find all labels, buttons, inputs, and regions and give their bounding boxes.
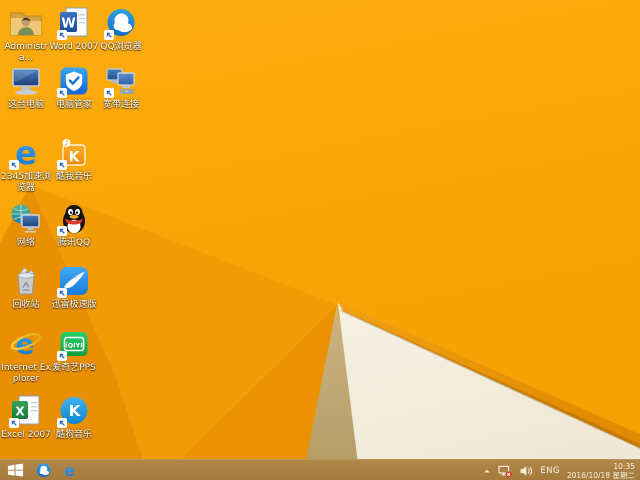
2345-browser-icon: e [9,136,43,170]
tray-expand-button[interactable] [483,467,491,475]
shortcut-arrow-icon [104,88,114,98]
icon-label: Excel 2007 [0,430,52,441]
desktop-icon-broadband[interactable]: 宽带连接 [98,64,144,111]
clock-time: 10:35 [613,462,635,471]
svg-text:♪: ♪ [64,139,69,148]
shortcut-arrow-icon [57,418,67,428]
broadband-icon [104,64,138,98]
desktop-icon-xunlei[interactable]: 迅雷极速版 [51,264,97,311]
clock-date: 2016/10/18 星期二 [567,471,635,480]
desktop-icon-2345-browser[interactable]: e 2345加速浏览器 [3,136,49,194]
this-pc-icon [9,64,43,98]
icon-label: 回收站 [0,300,52,311]
shortcut-arrow-icon [57,226,67,236]
svg-text:K: K [69,150,81,166]
system-tray: ENG 10:35 2016/10/18 星期二 [483,460,640,480]
tencent-qq-icon [57,202,91,236]
shortcut-arrow-icon [57,288,67,298]
taskbar-icon-qq-browser[interactable] [30,460,56,480]
shortcut-arrow-icon [104,30,114,40]
icon-label: 爱奇艺PPS [48,363,100,374]
desktop-icon-recycle-bin[interactable]: 回收站 [3,264,49,311]
volume-icon[interactable] [519,464,533,478]
icon-label: Internet Explorer [0,363,52,385]
icon-label: Word 2007 [48,42,100,53]
icon-label: QQ浏览器 [95,42,147,53]
icon-label: 宽带连接 [95,100,147,111]
shortcut-arrow-icon [57,88,67,98]
icon-label: 电脑管家 [48,100,100,111]
icon-label: 迅雷极速版 [48,300,100,311]
desktop-icon-kuwo-music[interactable]: ♪ K 酷我音乐 [51,136,97,183]
taskbar: e ENG [0,459,640,480]
kugou-music-icon: K [57,394,91,428]
kuwo-music-icon: ♪ K [57,136,91,170]
desktop-icon-internet-explorer[interactable]: e Internet Explorer [3,327,49,385]
iqiyi-pps-icon: iQIYI [57,327,91,361]
icon-label: 网络 [0,238,52,249]
network-status-icon[interactable] [498,464,512,478]
shortcut-arrow-icon [57,160,67,170]
xunlei-icon [57,264,91,298]
svg-text:iQIYI: iQIYI [65,342,82,350]
2345-browser-icon: e [61,462,78,479]
desktop-icon-kugou-music[interactable]: K 酷狗音乐 [51,394,97,441]
internet-explorer-icon: e [9,327,43,361]
administrator-icon [9,6,43,40]
windows-logo-icon [7,463,24,477]
shortcut-arrow-icon [9,418,19,428]
word-2007-icon: W [57,6,91,40]
desktop-icon-qq-browser[interactable]: QQ浏览器 [98,6,144,53]
desktop-icon-iqiyi-pps[interactable]: iQIYI 爱奇艺PPS [51,327,97,374]
clock[interactable]: 10:35 2016/10/18 星期二 [567,462,635,480]
taskbar-pinned-icons: e [30,460,82,480]
desktop-icon-word-2007[interactable]: W Word 2007 [51,6,97,53]
shortcut-arrow-icon [9,160,19,170]
recycle-bin-icon [9,264,43,298]
excel-2007-icon: X [9,394,43,428]
shortcut-arrow-icon [57,351,67,361]
svg-text:K: K [69,402,82,420]
icon-label: 2345加速浏览器 [0,172,52,194]
icon-label: 这台电脑 [0,100,52,111]
desktop-icon-pc-manager[interactable]: 电脑管家 [51,64,97,111]
qq-browser-icon [104,6,138,40]
qq-browser-icon [35,462,52,479]
svg-text:e: e [64,462,75,479]
desktop-icon-excel-2007[interactable]: X Excel 2007 [3,394,49,441]
icon-label: 酷狗音乐 [48,430,100,441]
svg-text:X: X [15,405,25,419]
start-button[interactable] [0,460,30,480]
desktop-screen: Administra... W Word 2007 QQ浏览器 这台电脑 电脑管… [0,0,640,480]
icon-label: Administra... [0,42,52,64]
desktop-icon-tencent-qq[interactable]: 腾讯QQ [51,202,97,249]
desktop-icons: Administra... W Word 2007 QQ浏览器 这台电脑 电脑管… [0,0,640,459]
desktop-icon-this-pc[interactable]: 这台电脑 [3,64,49,111]
chevron-up-icon [483,467,491,475]
network-icon [9,202,43,236]
shortcut-arrow-icon [57,30,67,40]
taskbar-icon-2345-browser[interactable]: e [56,460,82,480]
pc-manager-icon [57,64,91,98]
desktop-icon-administrator[interactable]: Administra... [3,6,49,64]
icon-label: 酷我音乐 [48,172,100,183]
icon-label: 腾讯QQ [48,238,100,249]
language-indicator[interactable]: ENG [540,466,560,476]
desktop-icon-network[interactable]: 网络 [3,202,49,249]
